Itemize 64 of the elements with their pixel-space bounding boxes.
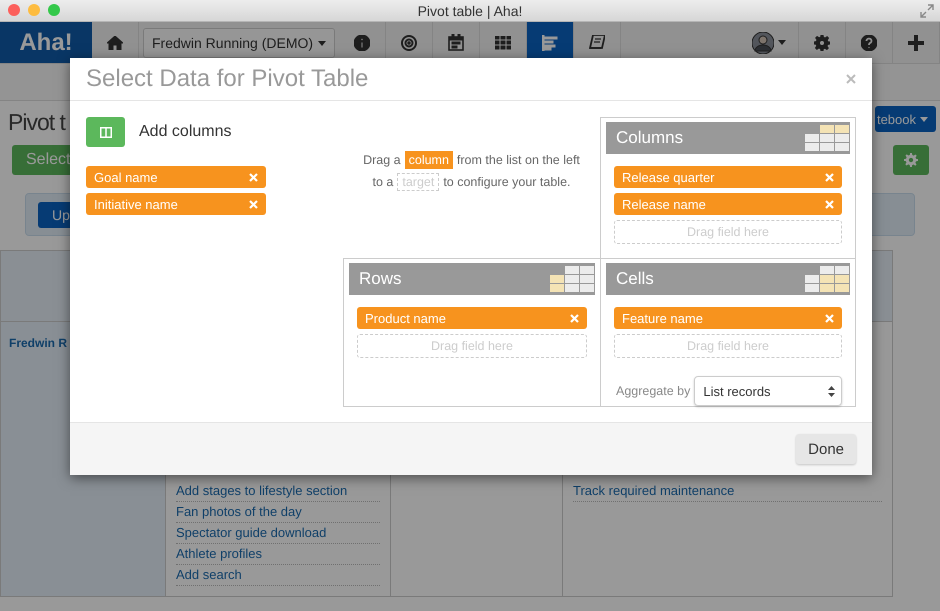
caret-icon	[920, 116, 928, 122]
plus-icon	[908, 34, 924, 50]
zoom-window-button[interactable]	[48, 4, 60, 16]
remove-icon[interactable]	[249, 172, 258, 182]
feature-link[interactable]: Add stages to lifestyle section	[176, 481, 380, 502]
dialog-title: Select Data for Pivot Table	[86, 65, 368, 93]
calendar-icon	[448, 34, 464, 51]
zone-title: Rows	[359, 269, 402, 289]
feature-link[interactable]: Spectator guide download	[176, 523, 380, 544]
book-icon	[589, 35, 606, 50]
feature-link[interactable]: Add search	[176, 565, 380, 586]
field-chip[interactable]: Release quarter	[614, 166, 842, 188]
remove-icon[interactable]	[825, 314, 834, 322]
field-chip[interactable]: Goal name	[86, 166, 266, 188]
close-window-button[interactable]	[8, 4, 20, 16]
remove-icon[interactable]	[249, 200, 258, 208]
field-chip[interactable]: Product name	[357, 307, 587, 329]
caret-icon	[778, 40, 786, 45]
close-icon[interactable]	[846, 74, 856, 84]
field-chip[interactable]: Release name	[614, 193, 842, 215]
columns-icon	[100, 126, 112, 138]
remove-icon[interactable]	[825, 172, 834, 182]
instruction-text: to configure your table.	[443, 175, 570, 189]
caret-icon	[318, 40, 326, 46]
avatar-icon	[752, 32, 774, 54]
bars-icon	[542, 34, 558, 50]
field-chip[interactable]: Initiative name	[86, 193, 266, 215]
instruction-text: Drag a	[363, 153, 401, 167]
feature-link[interactable]: Fan photos of the day	[176, 502, 380, 523]
settings-icon	[904, 153, 918, 167]
add-columns-button[interactable]	[86, 117, 125, 147]
settings-icon	[814, 34, 830, 50]
table-layout-icon	[805, 125, 849, 151]
feature-link[interactable]: Athlete profiles	[176, 544, 380, 565]
aggregate-select[interactable]: List records	[694, 376, 842, 406]
row-header[interactable]: Fredwin R	[9, 336, 68, 350]
settings-button[interactable]	[893, 145, 929, 175]
remove-icon[interactable]	[570, 314, 579, 322]
feature-link[interactable]: Track required maintenance	[573, 481, 882, 502]
logo[interactable]: Aha!	[0, 22, 92, 63]
remove-icon[interactable]	[825, 200, 834, 208]
field-chip[interactable]: Feature name	[614, 307, 842, 329]
page-title: Pivot t	[8, 109, 65, 136]
column-chip: column	[404, 151, 453, 169]
aggregate-label: Aggregate by	[616, 384, 690, 398]
zone-title: Cells	[616, 269, 654, 289]
add-columns-label: Add columns	[139, 123, 232, 141]
done-button[interactable]: Done	[796, 434, 856, 464]
updown-icon	[828, 386, 835, 396]
instruction-text: from the list on the left	[456, 153, 580, 167]
window-title: Pivot table | Aha!	[418, 2, 522, 18]
instruction-text: to a	[372, 175, 394, 189]
product-dropdown[interactable]: Fredwin Running (DEMO)	[143, 28, 336, 58]
zone-title: Columns	[616, 128, 684, 148]
notebook-button[interactable]: tebook	[874, 106, 936, 132]
target-icon	[401, 34, 418, 50]
minimize-window-button[interactable]	[28, 4, 40, 16]
table-layout-icon	[805, 266, 849, 292]
table-layout-icon	[550, 266, 594, 292]
fullscreen-icon[interactable]	[920, 4, 934, 18]
help-icon	[861, 34, 877, 50]
grid-icon	[495, 36, 512, 50]
home-icon	[107, 36, 123, 50]
info-icon	[354, 34, 370, 50]
